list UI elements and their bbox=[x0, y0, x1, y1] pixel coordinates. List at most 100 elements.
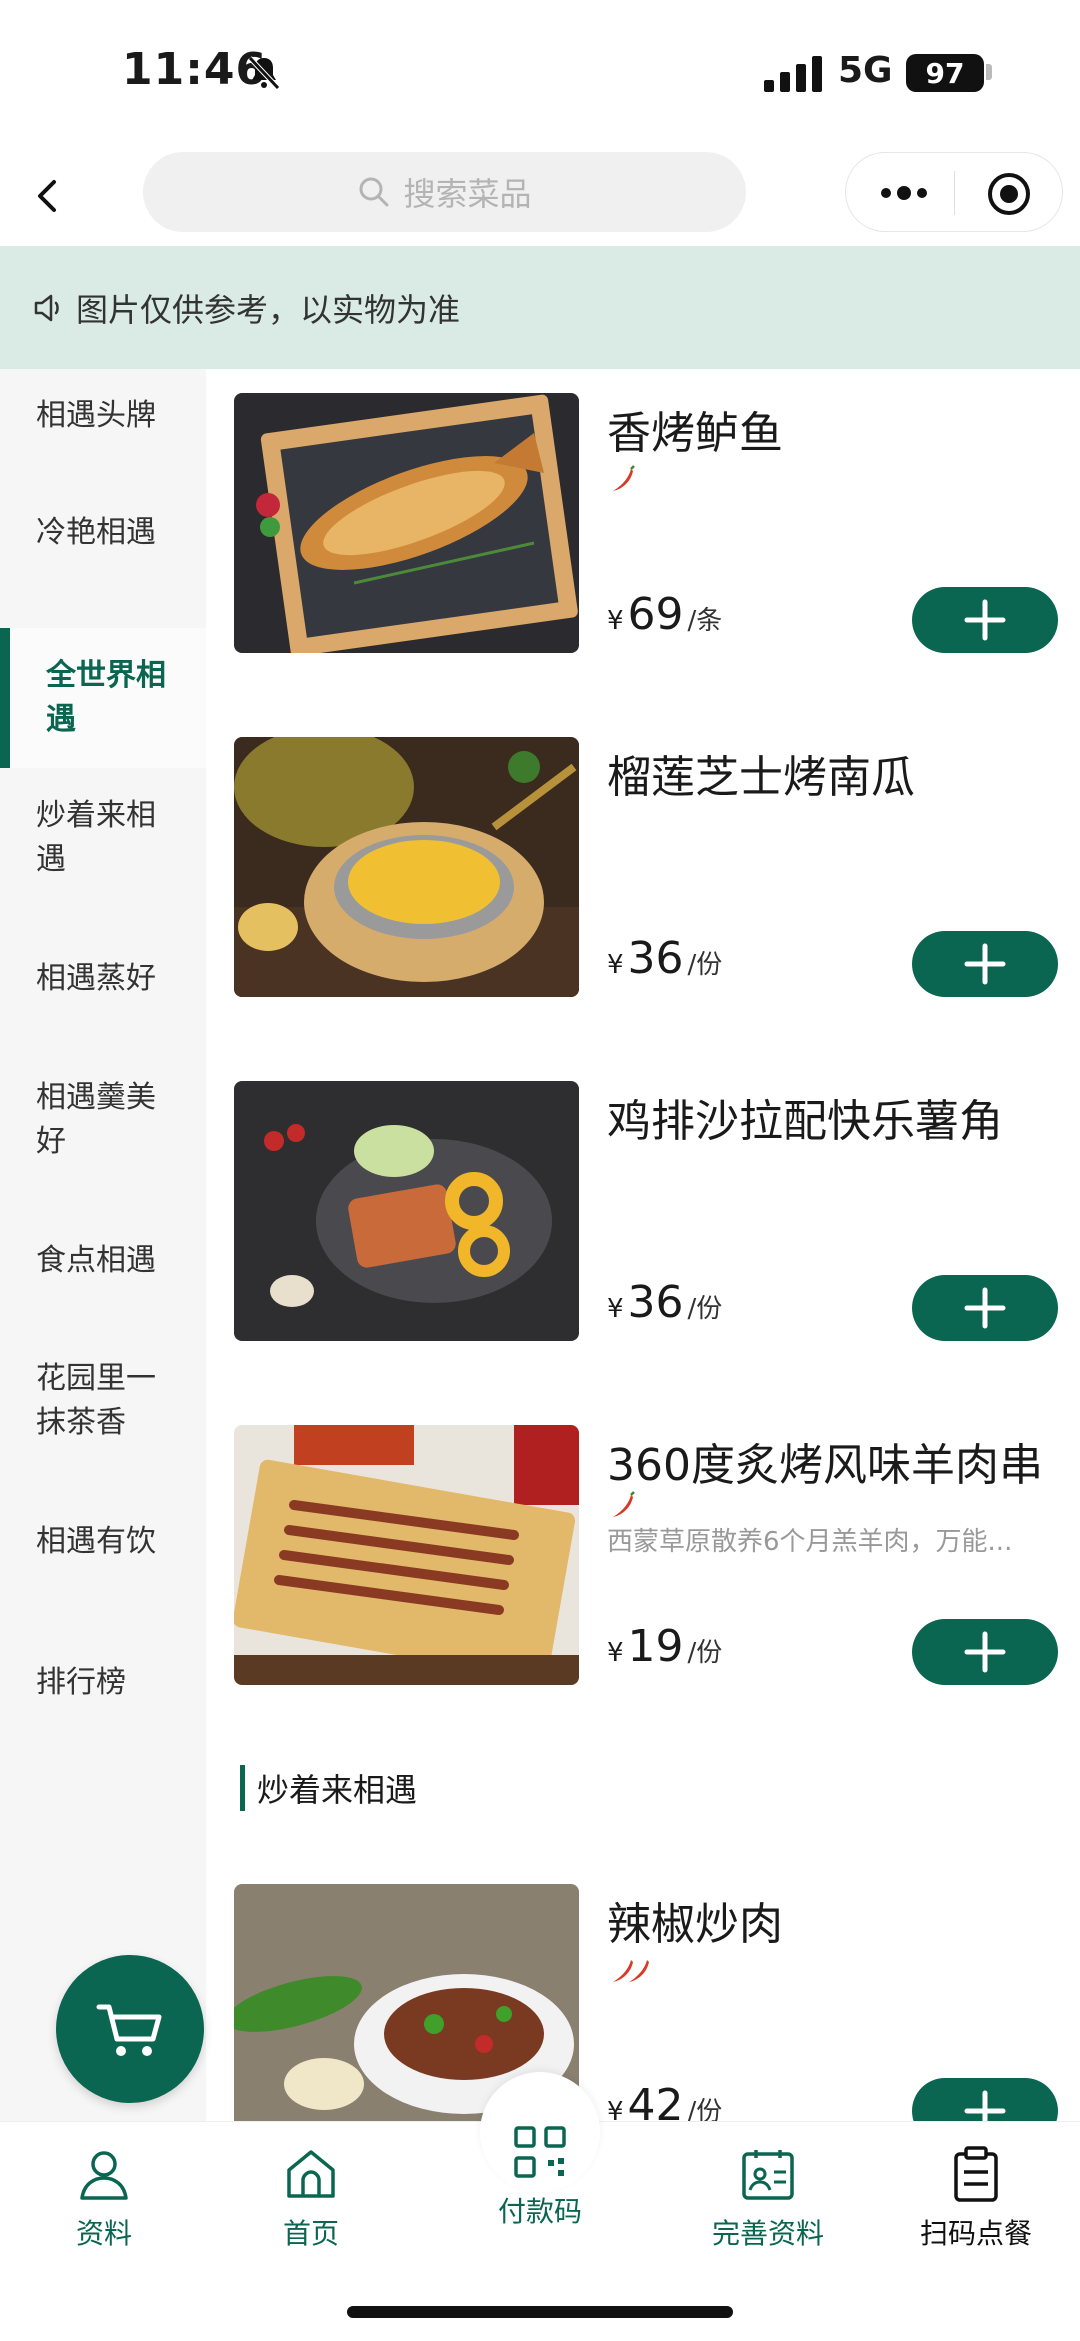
tab-scan-order[interactable]: 扫码点餐 bbox=[896, 2144, 1056, 2252]
currency-symbol: ¥ bbox=[607, 950, 624, 980]
add-to-cart-button[interactable] bbox=[912, 1275, 1058, 1341]
tab-label: 首页 bbox=[282, 2217, 339, 2250]
profile-card-icon bbox=[742, 2150, 794, 2200]
chili-icon bbox=[613, 465, 635, 491]
category-label: 食点相遇 bbox=[36, 1243, 156, 1278]
dish-image[interactable] bbox=[234, 737, 579, 997]
dish-price: ¥ 36 /份 bbox=[607, 1277, 722, 1328]
price-unit: /份 bbox=[687, 2097, 723, 2121]
category-sidebar: 相遇头牌 冷艳相遇 全世界相遇 炒着来相遇 相遇蒸好 相遇羹美好 食点相遇 花园… bbox=[0, 369, 206, 2121]
close-miniprogram-icon[interactable] bbox=[986, 171, 1032, 217]
more-icon[interactable] bbox=[876, 175, 932, 211]
dish-description: 西蒙草原散养6个月羔羊肉，万能... bbox=[607, 1527, 1013, 1557]
plus-icon bbox=[964, 1631, 1006, 1673]
dish-price: ¥ 19 /份 bbox=[607, 1621, 722, 1672]
battery-icon: 97 bbox=[906, 54, 984, 92]
search-icon bbox=[359, 177, 389, 207]
tab-profile[interactable]: 资料 bbox=[24, 2144, 184, 2252]
price-unit: /份 bbox=[687, 1638, 723, 1668]
category-item[interactable]: 相遇蒸好 bbox=[0, 909, 206, 1049]
section-title-text: 炒着来相遇 bbox=[257, 1771, 418, 1809]
notice-banner: 图片仅供参考，以实物为准 bbox=[0, 246, 1080, 369]
category-label: 排行榜 bbox=[36, 1665, 126, 1700]
dish-image[interactable] bbox=[234, 1081, 579, 1341]
tab-label: 扫码点餐 bbox=[919, 2217, 1032, 2250]
dish-price: ¥ 42 /份 bbox=[607, 2080, 722, 2121]
price-value: 69 bbox=[627, 589, 684, 640]
cart-icon bbox=[96, 2004, 162, 2056]
section-title: 炒着来相遇 bbox=[240, 1765, 417, 1811]
cart-button[interactable] bbox=[56, 1955, 204, 2103]
plus-icon bbox=[964, 2090, 1006, 2121]
capsule-divider bbox=[954, 171, 955, 215]
dish-item[interactable]: 香烤鲈鱼 ¥ 69 /条 bbox=[234, 393, 1074, 653]
double-chili-icon bbox=[613, 1960, 649, 1982]
price-value: 19 bbox=[627, 1621, 684, 1672]
miniprogram-capsule bbox=[845, 152, 1063, 232]
dish-price: ¥ 36 /份 bbox=[607, 933, 722, 984]
dish-name: 鸡排沙拉配快乐薯角 bbox=[607, 1096, 1003, 1147]
category-label: 全世界相遇 bbox=[46, 658, 166, 737]
dish-image[interactable] bbox=[234, 1425, 579, 1685]
tab-payment-code[interactable]: 付款码 bbox=[460, 2122, 620, 2230]
dish-item[interactable]: 榴莲芝士烤南瓜 ¥ 36 /份 bbox=[234, 737, 1074, 997]
category-label: 相遇蒸好 bbox=[36, 961, 156, 996]
price-unit: /条 bbox=[687, 606, 723, 636]
category-label: 相遇羹美好 bbox=[36, 1080, 156, 1159]
search-input[interactable]: 搜索菜品 bbox=[143, 152, 746, 232]
dish-image[interactable] bbox=[234, 393, 579, 653]
dish-item[interactable]: 360度炙烤风味羊肉串 西蒙草原散养6个月羔羊肉，万能... ¥ 19 /份 bbox=[234, 1425, 1074, 1685]
category-label: 炒着来相遇 bbox=[36, 798, 156, 877]
currency-symbol: ¥ bbox=[607, 2097, 624, 2121]
add-to-cart-button[interactable] bbox=[912, 587, 1058, 653]
add-to-cart-button[interactable] bbox=[912, 1619, 1058, 1685]
add-to-cart-button[interactable] bbox=[912, 931, 1058, 997]
category-item[interactable]: 排行榜 bbox=[0, 1613, 206, 1753]
dish-name: 榴莲芝士烤南瓜 bbox=[607, 752, 915, 803]
price-unit: /份 bbox=[687, 950, 723, 980]
battery-level: 97 bbox=[925, 56, 965, 90]
battery-tip bbox=[986, 64, 992, 80]
tab-complete-profile[interactable]: 完善资料 bbox=[688, 2144, 848, 2252]
price-value: 42 bbox=[627, 2080, 684, 2121]
chili-icon bbox=[613, 1491, 635, 1517]
category-item[interactable]: 相遇有饮 bbox=[0, 1472, 206, 1612]
nav-bar: 搜索菜品 bbox=[0, 140, 1080, 246]
category-item[interactable]: 相遇羹美好 bbox=[0, 1050, 206, 1190]
tab-home[interactable]: 首页 bbox=[231, 2144, 391, 2252]
dish-list[interactable]: 香烤鲈鱼 ¥ 69 /条 榴莲芝士烤南瓜 ¥ 36 /份 鸡排沙拉配快乐薯角 ¥… bbox=[206, 369, 1080, 2121]
category-item[interactable]: 相遇头牌 bbox=[0, 369, 206, 463]
category-item[interactable]: 食点相遇 bbox=[0, 1191, 206, 1331]
home-icon bbox=[287, 2150, 335, 2198]
tab-label: 付款码 bbox=[497, 2195, 582, 2228]
network-type: 5G bbox=[838, 50, 893, 91]
mute-bell-icon bbox=[248, 56, 280, 90]
home-indicator bbox=[347, 2306, 733, 2318]
price-unit: /份 bbox=[687, 1294, 723, 1324]
plus-icon bbox=[964, 943, 1006, 985]
speaker-icon bbox=[34, 294, 59, 321]
dish-item[interactable]: 鸡排沙拉配快乐薯角 ¥ 36 /份 bbox=[234, 1081, 1074, 1341]
category-label: 冷艳相遇 bbox=[36, 515, 156, 550]
category-item-active[interactable]: 全世界相遇 bbox=[0, 628, 206, 768]
plus-icon bbox=[964, 599, 1006, 641]
status-bar: 11:46 5G 97 bbox=[0, 0, 1080, 140]
back-icon[interactable] bbox=[30, 176, 66, 216]
dish-item[interactable]: 辣椒炒肉 ¥ 42 /份 bbox=[234, 1884, 1074, 2121]
category-label: 相遇头牌 bbox=[36, 398, 156, 433]
dish-name: 香烤鲈鱼 bbox=[607, 408, 783, 459]
currency-symbol: ¥ bbox=[607, 1638, 624, 1668]
category-label: 花园里一抹茶香 bbox=[36, 1361, 156, 1440]
signal-icon bbox=[764, 56, 822, 92]
user-icon bbox=[80, 2151, 128, 2200]
price-value: 36 bbox=[627, 1277, 684, 1328]
add-to-cart-button[interactable] bbox=[912, 2078, 1058, 2121]
category-item[interactable]: 花园里一抹茶香 bbox=[0, 1331, 206, 1471]
price-value: 36 bbox=[627, 933, 684, 984]
dish-price: ¥ 69 /条 bbox=[607, 589, 722, 640]
category-item[interactable]: 炒着来相遇 bbox=[0, 768, 206, 908]
clipboard-icon bbox=[954, 2146, 998, 2202]
category-item[interactable]: 冷艳相遇 bbox=[0, 463, 206, 603]
qr-code-icon bbox=[514, 2126, 566, 2178]
currency-symbol: ¥ bbox=[607, 606, 624, 636]
